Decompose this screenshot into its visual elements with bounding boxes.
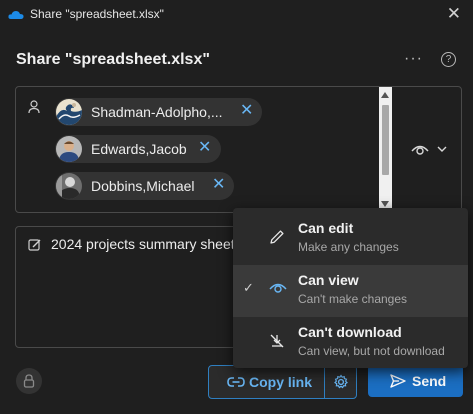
- more-options-button[interactable]: ···: [404, 50, 423, 68]
- copy-link-label: Copy link: [249, 374, 313, 390]
- pencil-icon: [270, 230, 284, 244]
- menu-item-subtitle: Make any changes: [298, 240, 399, 254]
- menu-item-can-view[interactable]: ✓ Can view Can't make changes: [233, 265, 468, 317]
- scrollbar-thumb[interactable]: [382, 105, 389, 175]
- permission-menu: Can edit Make any changes ✓ Can view Can…: [233, 208, 468, 368]
- window-titlebar: Share "spreadsheet.xlsx" ✕: [0, 0, 473, 30]
- avatar: [56, 99, 82, 125]
- send-button[interactable]: Send: [368, 365, 463, 397]
- menu-item-subtitle: Can't make changes: [298, 292, 408, 306]
- chevron-down-icon: [437, 146, 447, 152]
- recipient-chip[interactable]: Dobbins,Michael ✕: [55, 172, 234, 200]
- avatar: [56, 136, 82, 162]
- remove-recipient-icon[interactable]: ✕: [198, 139, 211, 157]
- send-icon: [390, 374, 406, 388]
- link-settings-lock-button[interactable]: [16, 368, 42, 394]
- avatar: [56, 173, 82, 199]
- eye-icon: [411, 145, 429, 155]
- onedrive-cloud-icon: [8, 11, 24, 19]
- gear-icon: [334, 374, 348, 389]
- help-button[interactable]: ?: [441, 52, 456, 67]
- person-icon: [28, 100, 40, 114]
- checkmark-icon: ✓: [243, 280, 254, 295]
- remove-recipient-icon[interactable]: ✕: [240, 102, 253, 120]
- copy-link-group: Copy link: [208, 365, 357, 399]
- eye-icon: [269, 283, 287, 293]
- scroll-up-icon[interactable]: [381, 92, 389, 98]
- menu-item-title: Can view: [298, 272, 359, 288]
- recipient-name: Edwards,Jacob: [91, 141, 187, 157]
- dialog-heading: Share "spreadsheet.xlsx": [16, 51, 210, 68]
- permission-dropdown[interactable]: [411, 142, 451, 158]
- menu-item-title: Can edit: [298, 220, 354, 236]
- no-download-icon: [270, 334, 284, 348]
- menu-item-cant-download[interactable]: Can't download Can view, but not downloa…: [233, 317, 468, 369]
- window-close-button[interactable]: ✕: [447, 4, 461, 24]
- window-title: Share "spreadsheet.xlsx": [30, 7, 164, 21]
- send-label: Send: [412, 373, 447, 389]
- recipient-chip[interactable]: Shadman-Adolpho,... ✕: [55, 98, 262, 126]
- recipient-name: Dobbins,Michael: [91, 178, 195, 194]
- scroll-down-icon[interactable]: [381, 201, 389, 207]
- menu-item-title: Can't download: [298, 324, 402, 340]
- copy-link-button[interactable]: Copy link: [209, 366, 323, 398]
- recipients-scrollbar[interactable]: [379, 87, 392, 212]
- remove-recipient-icon[interactable]: ✕: [212, 176, 225, 194]
- menu-item-can-edit[interactable]: Can edit Make any changes: [233, 213, 468, 265]
- link-settings-button[interactable]: [325, 366, 356, 398]
- link-icon: [227, 377, 245, 387]
- lock-icon: [23, 374, 35, 388]
- recipient-chip[interactable]: Edwards,Jacob ✕: [55, 135, 221, 163]
- recipient-name: Shadman-Adolpho,...: [91, 104, 223, 120]
- message-text: 2024 projects summary sheet: [51, 236, 235, 252]
- recipients-field[interactable]: Shadman-Adolpho,... ✕ Edwards,Jacob ✕ Do…: [15, 86, 462, 213]
- compose-icon: [28, 239, 41, 251]
- menu-item-subtitle: Can view, but not download: [298, 344, 445, 358]
